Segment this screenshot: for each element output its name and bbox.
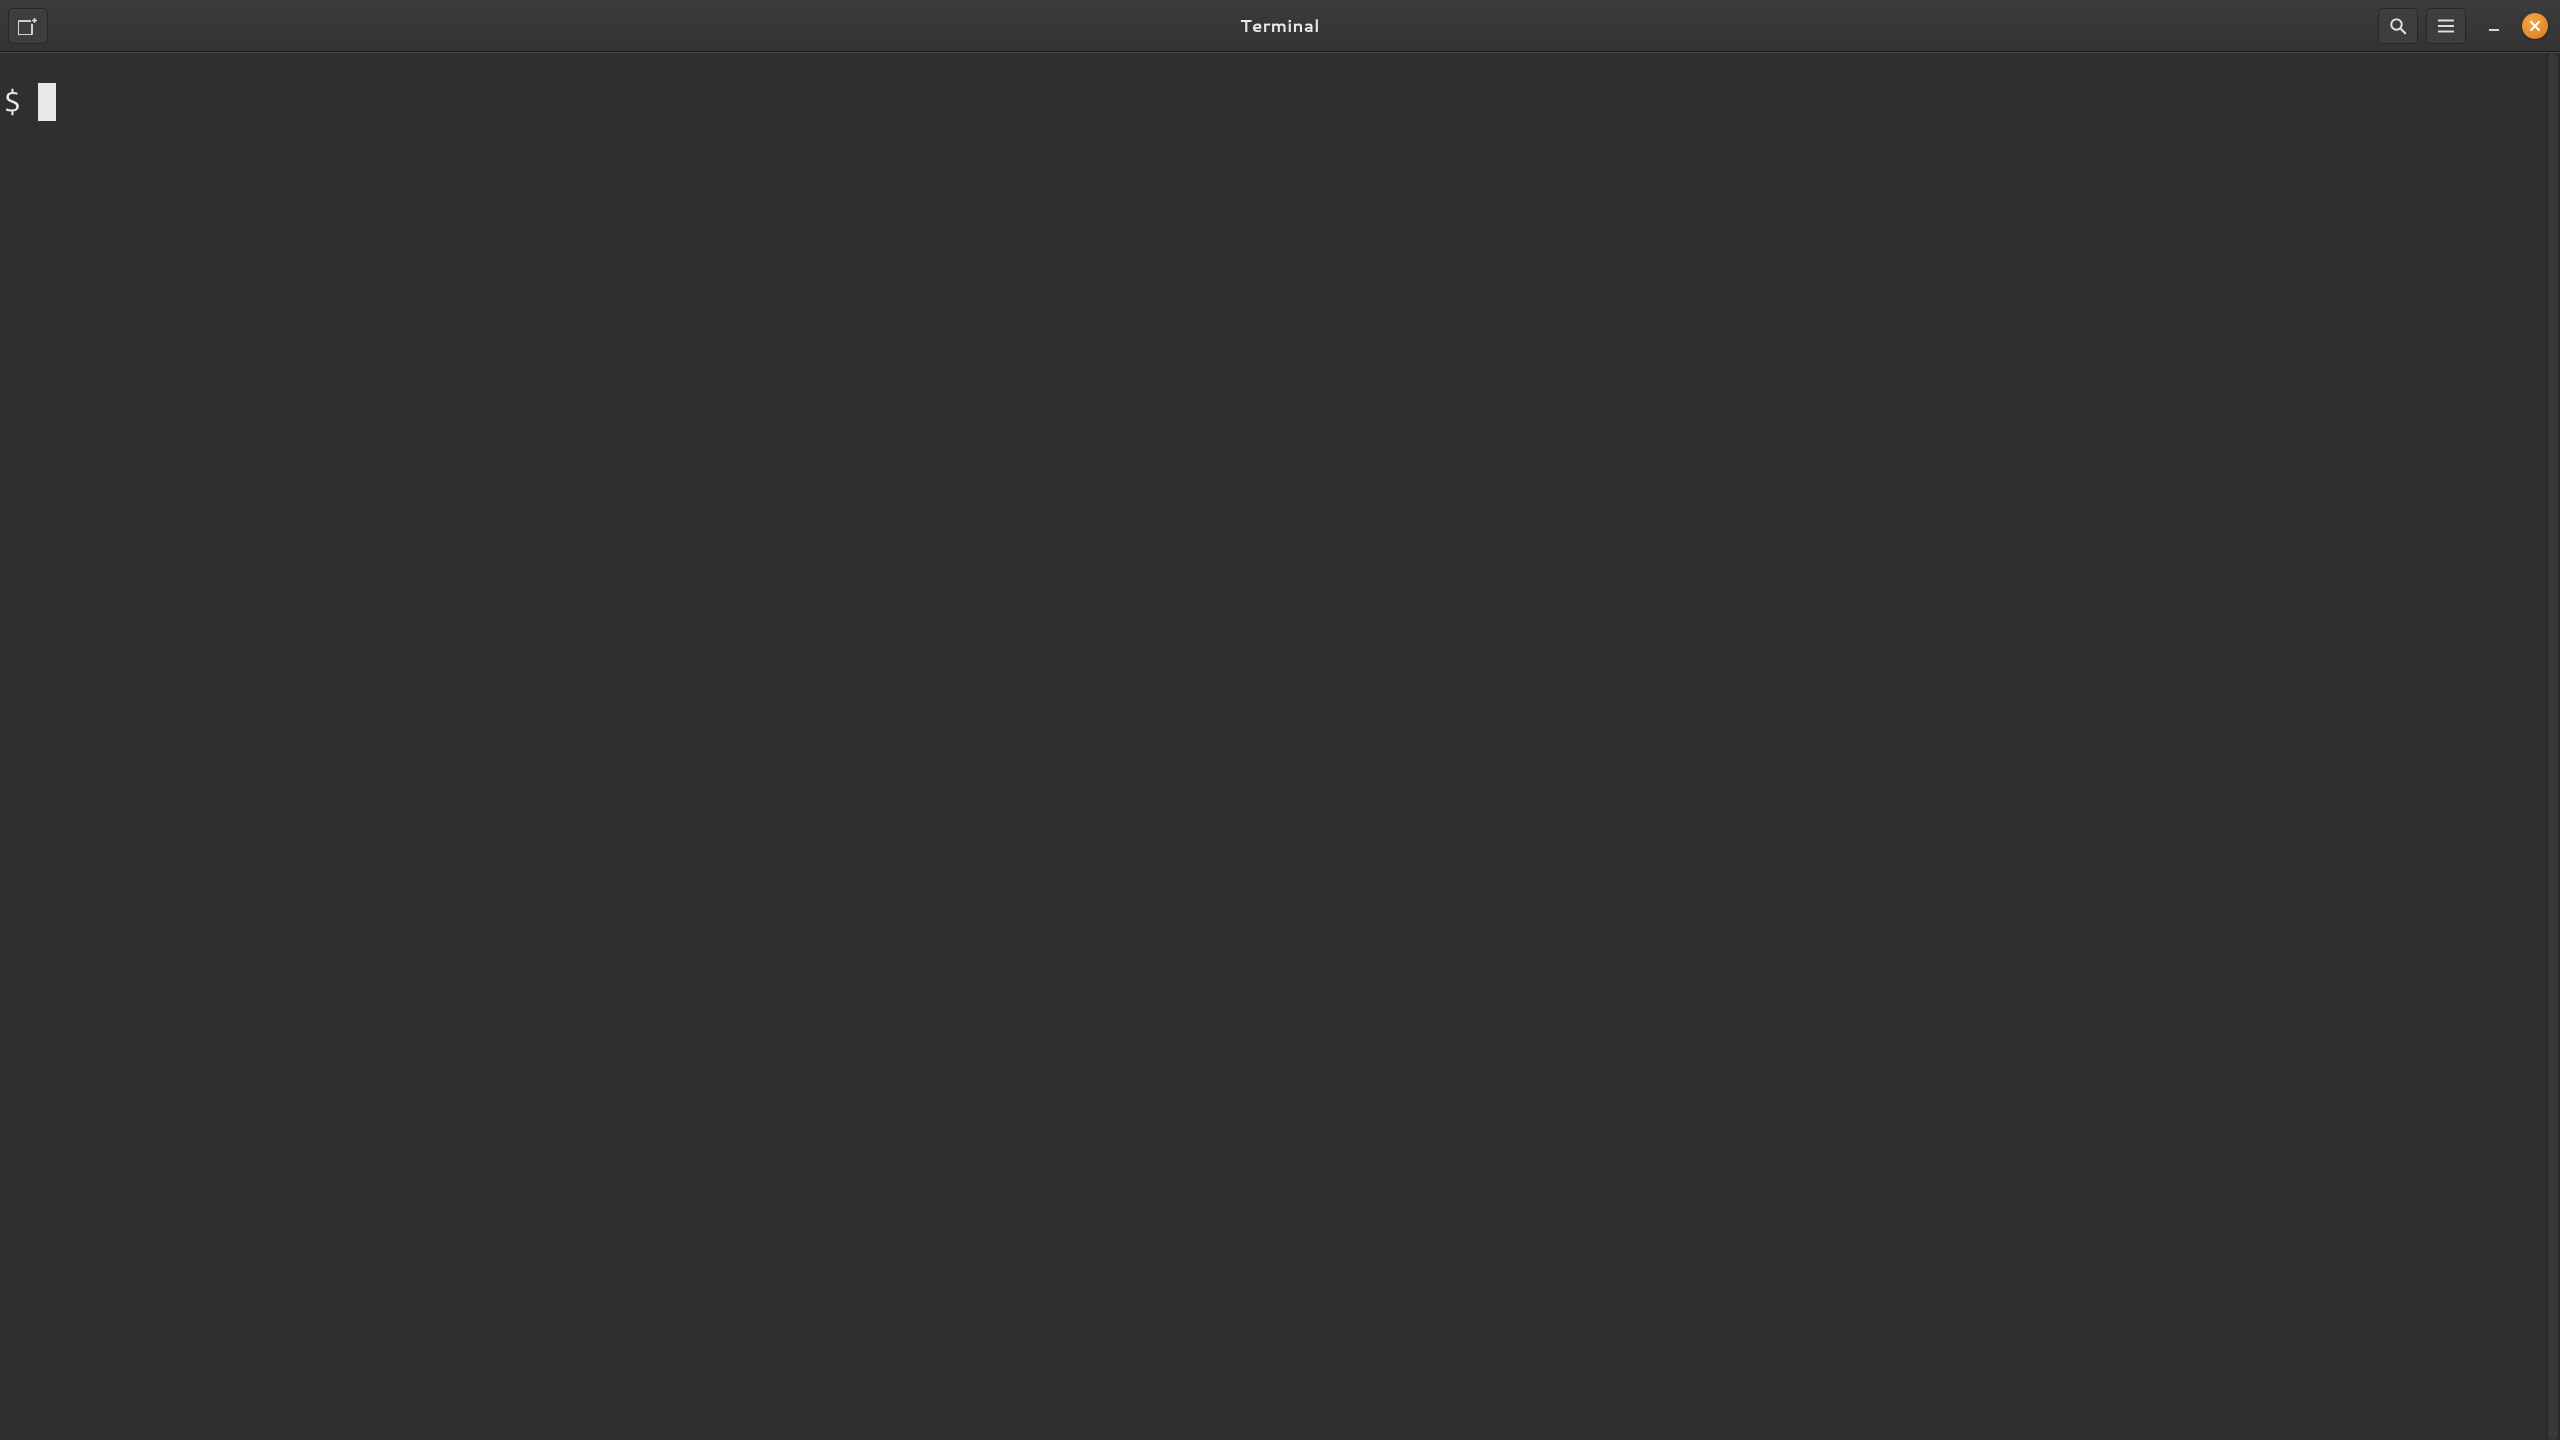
minimize-button[interactable] <box>2478 10 2510 42</box>
vertical-scrollbar[interactable] <box>2546 53 2560 1440</box>
app-window: Terminal <box>0 0 2560 1440</box>
terminal-viewport[interactable]: $ <box>0 53 2546 1440</box>
close-icon <box>2529 20 2541 32</box>
scrollbar-thumb[interactable] <box>2548 53 2558 1440</box>
terminal-line: $ <box>4 81 2542 122</box>
search-icon <box>2389 17 2407 35</box>
titlebar[interactable]: Terminal <box>0 0 2560 52</box>
content-wrap: $ <box>0 52 2560 1440</box>
hamburger-icon <box>2438 19 2454 33</box>
cursor <box>38 83 57 121</box>
prompt: $ <box>4 81 38 122</box>
close-button[interactable] <box>2522 13 2548 39</box>
window-title: Terminal <box>1240 14 1319 38</box>
search-button[interactable] <box>2378 8 2418 44</box>
new-tab-icon <box>18 17 38 35</box>
minimize-icon <box>2487 12 2501 40</box>
new-tab-button[interactable] <box>8 8 48 44</box>
menu-button[interactable] <box>2426 8 2466 44</box>
titlebar-right-group <box>2378 8 2552 44</box>
titlebar-left-group <box>8 8 48 44</box>
